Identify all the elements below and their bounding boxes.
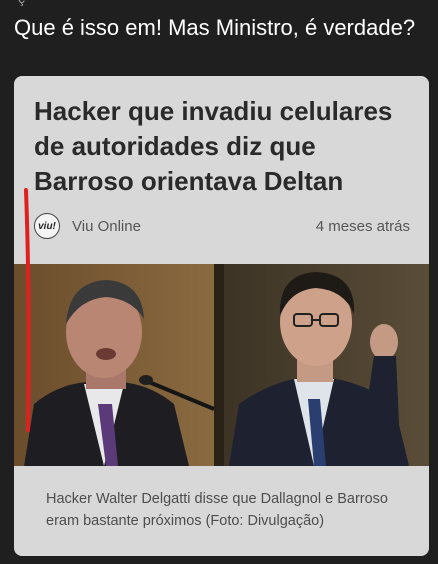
- source-name: Viu Online: [72, 217, 141, 235]
- publish-time: 4 meses atrás: [315, 217, 410, 235]
- source-row: viu! Viu Online 4 meses atrás: [34, 212, 410, 240]
- article-photo[interactable]: [14, 264, 429, 466]
- link-preview-card[interactable]: Hacker que invadiu celulares de autorida…: [14, 76, 429, 556]
- photo-caption: Hacker Walter Delgatti disse que Dallagn…: [46, 491, 388, 529]
- post-text: Que é isso em! Mas Ministro, é verdade?: [14, 15, 416, 40]
- top-text-fragment: ç: [18, 0, 25, 6]
- source-logo: viu!: [34, 213, 60, 239]
- article-headline[interactable]: Hacker que invadiu celulares de autorida…: [34, 94, 414, 199]
- photo-illustration: [14, 264, 429, 466]
